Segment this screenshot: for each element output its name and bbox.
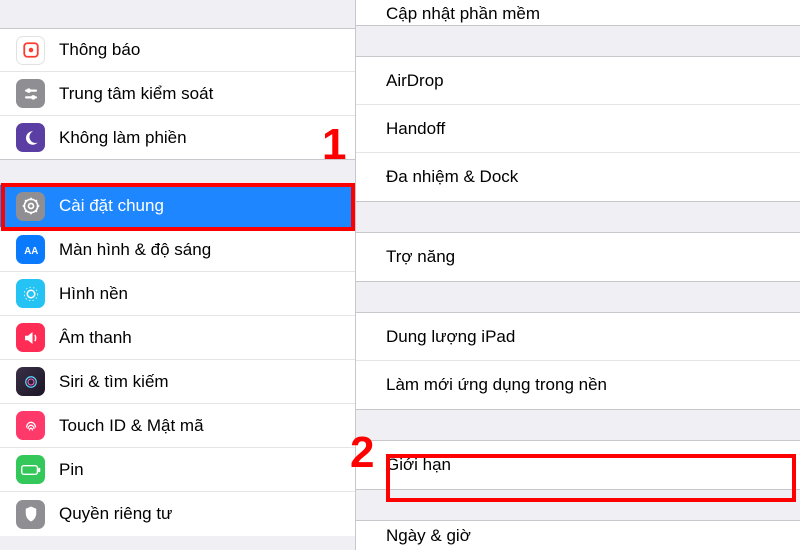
- svg-text:AA: AA: [24, 245, 38, 256]
- sound-icon: [16, 323, 45, 352]
- sidebar-item-label: Trung tâm kiểm soát: [59, 84, 213, 104]
- touchid-icon: [16, 411, 45, 440]
- general-settings-detail: Cập nhật phần mềm AirDrop Handoff Đa nhi…: [356, 0, 800, 550]
- detail-row-multitasking[interactable]: Đa nhiệm & Dock: [356, 153, 800, 201]
- sidebar-item-label: Hình nền: [59, 284, 128, 304]
- detail-row-label: Giới hạn: [386, 455, 451, 475]
- battery-icon: [16, 455, 45, 484]
- privacy-icon: [16, 500, 45, 529]
- detail-row-label: Handoff: [386, 119, 445, 139]
- sidebar-item-label: Touch ID & Mật mã: [59, 416, 204, 436]
- sidebar-item-dnd[interactable]: Không làm phiền: [0, 116, 355, 160]
- notifications-icon: [16, 36, 45, 65]
- sidebar-item-label: Màn hình & độ sáng: [59, 240, 211, 260]
- detail-row-label: Dung lượng iPad: [386, 327, 515, 347]
- sidebar-item-control-center[interactable]: Trung tâm kiểm soát: [0, 72, 355, 116]
- detail-row-date-time[interactable]: Ngày & giờ: [356, 520, 800, 550]
- sidebar-item-sounds[interactable]: Âm thanh: [0, 316, 355, 360]
- sidebar-top-gap: [0, 0, 355, 28]
- sidebar-item-label: Cài đặt chung: [59, 196, 164, 216]
- detail-row-label: Làm mới ứng dụng trong nền: [386, 375, 607, 395]
- sidebar-item-siri[interactable]: Siri & tìm kiếm: [0, 360, 355, 404]
- control-center-icon: [16, 79, 45, 108]
- detail-group-restrictions: Giới hạn: [356, 440, 800, 490]
- sidebar-item-label: Pin: [59, 460, 84, 480]
- detail-row-restrictions[interactable]: Giới hạn: [356, 441, 800, 489]
- wallpaper-icon: [16, 279, 45, 308]
- sidebar-item-display[interactable]: AA Màn hình & độ sáng: [0, 228, 355, 272]
- detail-row-airdrop[interactable]: AirDrop: [356, 57, 800, 105]
- sidebar-item-label: Thông báo: [59, 40, 140, 60]
- detail-group-accessibility: Trợ năng: [356, 232, 800, 282]
- sidebar-item-wallpaper[interactable]: Hình nền: [0, 272, 355, 316]
- detail-row-label: Đa nhiệm & Dock: [386, 167, 518, 187]
- sidebar-item-battery[interactable]: Pin: [0, 448, 355, 492]
- detail-row-handoff[interactable]: Handoff: [356, 105, 800, 153]
- sidebar-item-label: Âm thanh: [59, 328, 132, 348]
- detail-group-sharing: AirDrop Handoff Đa nhiệm & Dock: [356, 56, 800, 202]
- sidebar-item-label: Siri & tìm kiếm: [59, 372, 169, 392]
- sidebar-item-touchid[interactable]: Touch ID & Mật mã: [0, 404, 355, 448]
- display-icon: AA: [16, 235, 45, 264]
- settings-sidebar: Thông báo Trung tâm kiểm soát Không làm …: [0, 0, 356, 550]
- sidebar-section-gap: [0, 160, 355, 184]
- detail-row-storage[interactable]: Dung lượng iPad: [356, 313, 800, 361]
- sidebar-item-label: Không làm phiền: [59, 128, 187, 148]
- detail-row-label: Cập nhật phần mềm: [386, 4, 540, 24]
- sidebar-item-notifications[interactable]: Thông báo: [0, 28, 355, 72]
- sidebar-item-label: Quyền riêng tư: [59, 504, 172, 524]
- gear-icon: [16, 192, 45, 221]
- sidebar-item-privacy[interactable]: Quyền riêng tư: [0, 492, 355, 536]
- detail-row-label: AirDrop: [386, 71, 444, 91]
- detail-row-software-update[interactable]: Cập nhật phần mềm: [356, 0, 800, 26]
- detail-row-label: Ngày & giờ: [386, 526, 471, 546]
- sidebar-item-general[interactable]: Cài đặt chung: [0, 184, 355, 228]
- detail-row-label: Trợ năng: [386, 247, 455, 267]
- detail-row-accessibility[interactable]: Trợ năng: [356, 233, 800, 281]
- settings-split-view: Thông báo Trung tâm kiểm soát Không làm …: [0, 0, 800, 550]
- detail-row-background-refresh[interactable]: Làm mới ứng dụng trong nền: [356, 361, 800, 409]
- siri-icon: [16, 367, 45, 396]
- dnd-icon: [16, 123, 45, 152]
- detail-group-storage: Dung lượng iPad Làm mới ứng dụng trong n…: [356, 312, 800, 410]
